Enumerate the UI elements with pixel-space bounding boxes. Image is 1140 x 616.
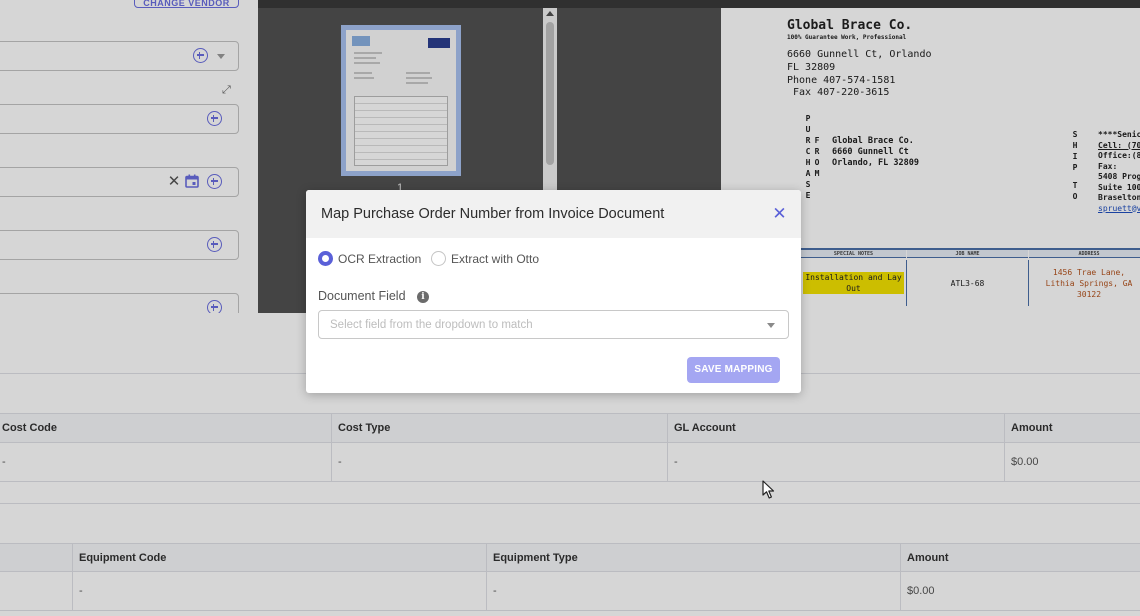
chevron-down-icon bbox=[767, 323, 775, 328]
document-field-label: Document Field bbox=[318, 289, 406, 303]
info-icon[interactable]: i bbox=[417, 291, 429, 303]
radio-selected[interactable] bbox=[318, 251, 333, 266]
document-field-select[interactable]: Select field from the dropdown to match bbox=[318, 310, 789, 339]
option-label: OCR Extraction bbox=[338, 252, 422, 266]
save-mapping-button[interactable]: SAVE MAPPING bbox=[687, 357, 780, 383]
dialog-header: Map Purchase Order Number from Invoice D… bbox=[306, 190, 801, 238]
option-label: Extract with Otto bbox=[451, 252, 540, 266]
dialog-title: Map Purchase Order Number from Invoice D… bbox=[321, 206, 665, 222]
mouse-pointer-icon bbox=[762, 480, 775, 499]
select-placeholder: Select field from the dropdown to match bbox=[330, 319, 533, 331]
close-icon[interactable]: ✕ bbox=[771, 205, 788, 222]
extract-with-otto-option[interactable]: Extract with Otto bbox=[431, 251, 551, 267]
map-field-dialog: Map Purchase Order Number from Invoice D… bbox=[306, 190, 801, 393]
radio-unselected[interactable] bbox=[431, 251, 446, 266]
ocr-extraction-option[interactable]: OCR Extraction bbox=[318, 251, 438, 267]
